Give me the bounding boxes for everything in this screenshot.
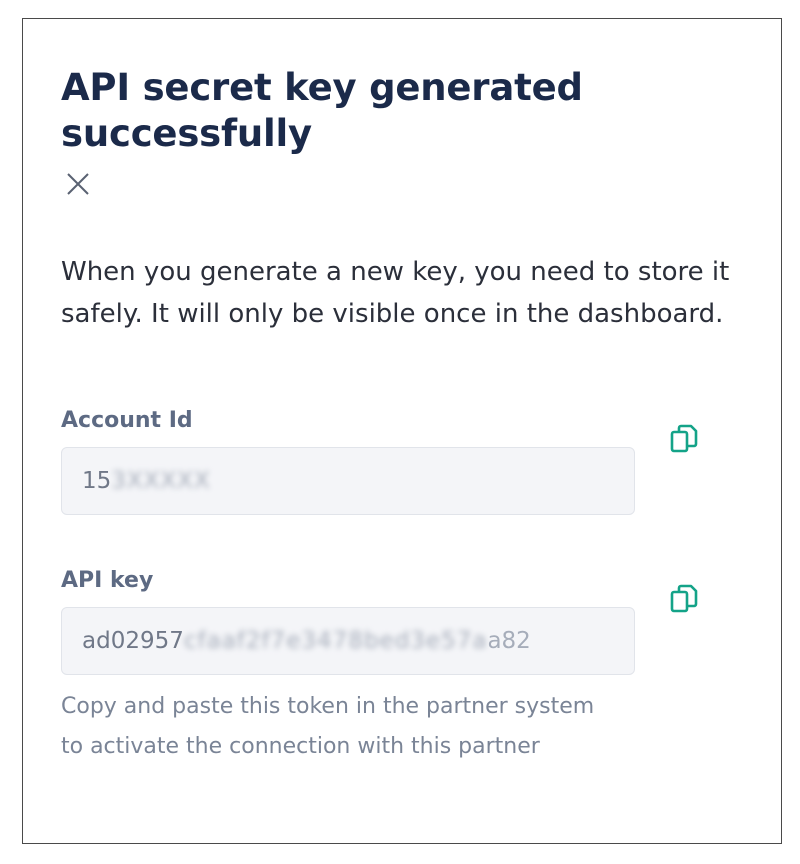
- dialog-title: API secret key generated successfully: [61, 66, 583, 155]
- api-key-label: API key: [61, 568, 154, 593]
- copy-icon[interactable]: [669, 583, 699, 615]
- helper-text: Copy and paste this token in the partner…: [61, 694, 595, 759]
- close-icon[interactable]: [63, 169, 93, 199]
- account-id-value: 15: [82, 468, 112, 494]
- api-key-dialog: API secret key generated successfully Wh…: [22, 18, 782, 844]
- copy-icon[interactable]: [669, 423, 699, 455]
- account-id-field[interactable]: 15 3XXXXX: [61, 447, 635, 515]
- dialog-description: When you generate a new key, you need to…: [61, 257, 730, 329]
- api-key-value: ad02957: [82, 628, 184, 654]
- api-key-field[interactable]: ad02957 cfaaf2f7e3478bed3e57a a82: [61, 607, 635, 675]
- account-id-label: Account Id: [61, 408, 193, 433]
- api-key-value-tail: a82: [487, 628, 531, 654]
- account-id-masked-value: 3XXXXX: [111, 468, 211, 494]
- api-key-masked-value: cfaaf2f7e3478bed3e57a: [183, 628, 488, 654]
